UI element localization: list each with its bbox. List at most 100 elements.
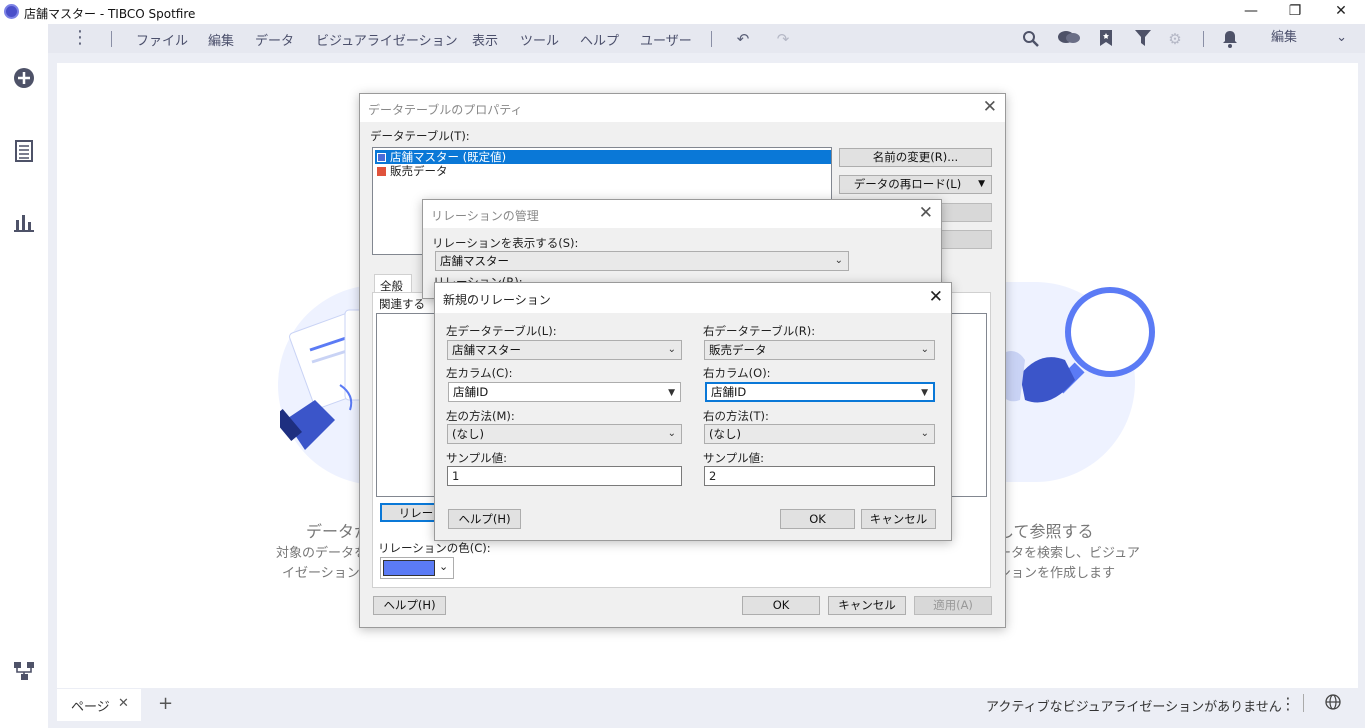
chevron-down-icon: ⌄ <box>439 560 449 573</box>
data-flow-icon[interactable] <box>12 660 36 684</box>
menu-edit[interactable]: 編集 <box>208 30 234 49</box>
chevron-down-icon: ⌄ <box>1336 30 1347 45</box>
chevron-down-icon: ⌄ <box>667 428 676 439</box>
list-item-label: 販売データ <box>390 164 448 178</box>
undo-icon[interactable]: ↶ <box>733 30 753 48</box>
status-text: アクティブなビジュアライゼーションがありません <box>986 700 1282 715</box>
related-tables-label: 関連する <box>379 297 425 311</box>
collaboration-icon[interactable] <box>1057 30 1081 50</box>
chevron-down-icon: ⌄ <box>834 255 843 266</box>
right-table-value: 販売データ <box>709 343 767 357</box>
menu-data[interactable]: データ <box>255 30 294 49</box>
mode-select[interactable]: 編集 ⌄ <box>1259 28 1357 50</box>
cancel-button[interactable]: キャンセル <box>861 509 936 529</box>
left-method-select[interactable]: (なし) ⌄ <box>447 424 682 444</box>
close-icon[interactable]: ✕ <box>919 203 933 223</box>
left-method-value: (なし) <box>452 427 484 441</box>
left-table-select[interactable]: 店舗マスター ⌄ <box>447 340 682 360</box>
right-method-value: (なし) <box>709 427 741 441</box>
tab-general[interactable]: 全般 <box>374 274 412 294</box>
separator <box>1303 694 1304 712</box>
minimize-button[interactable]: — <box>1228 0 1274 24</box>
left-sample-label: サンプル値: <box>446 451 508 465</box>
cancel-button[interactable]: キャンセル <box>828 596 906 615</box>
show-relations-label: リレーションを表示する(S): <box>432 236 579 250</box>
close-icon[interactable]: ✕ <box>929 287 943 307</box>
left-table-value: 店舗マスター <box>452 343 521 357</box>
menu-visualization[interactable]: ビジュアライゼーション <box>316 30 458 49</box>
right-table-label: 右データテーブル(R): <box>703 324 816 338</box>
right-column-label: 右カラム(O): <box>703 366 771 380</box>
show-relations-value: 店舗マスター <box>440 254 509 268</box>
close-page-icon[interactable]: ✕ <box>118 696 129 711</box>
redo-icon[interactable]: ↷ <box>773 30 793 48</box>
dropdown-arrow-icon: ▼ <box>978 179 985 189</box>
left-column-label: 左カラム(C): <box>446 366 513 380</box>
maximize-button[interactable]: ❐ <box>1272 0 1318 24</box>
right-sample-field[interactable]: 2 <box>704 466 935 486</box>
dialog-title: データテーブルのプロパティ <box>368 103 523 117</box>
apply-button[interactable]: 適用(A) <box>914 596 992 615</box>
spotfire-logo-icon <box>4 4 19 19</box>
dropdown-arrow-icon: ▼ <box>921 388 928 398</box>
reload-data-label: データの再ロード(L) <box>853 177 962 191</box>
add-icon[interactable] <box>12 67 36 91</box>
left-method-label: 左の方法(M): <box>446 409 515 423</box>
right-column-select[interactable]: 店舗ID ▼ <box>705 382 935 402</box>
visualization-chart-icon[interactable] <box>12 212 36 236</box>
list-item-selected[interactable]: 店舗マスター (既定値) <box>375 150 831 164</box>
menu-separator <box>711 31 712 47</box>
show-relations-select[interactable]: 店舗マスター ⌄ <box>435 251 849 271</box>
bookmark-icon[interactable] <box>1096 30 1116 50</box>
globe-icon[interactable] <box>1325 694 1341 713</box>
menu-help[interactable]: ヘルプ <box>580 30 619 49</box>
data-table-icon[interactable] <box>12 140 36 164</box>
close-window-button[interactable]: ✕ <box>1318 0 1364 24</box>
add-page-icon[interactable]: + <box>158 693 173 714</box>
add-data-desc-line1: 対象のデータを <box>276 546 368 561</box>
browse-desc-line2: ションを作成します <box>998 566 1116 581</box>
menu-tools[interactable]: ツール <box>520 30 559 49</box>
menu-view[interactable]: 表示 <box>472 30 498 49</box>
more-vertical-icon[interactable]: ⋮ <box>1280 694 1296 713</box>
settings-gear-icon[interactable]: ⚙ <box>1165 30 1185 48</box>
data-table-label: データテーブル(T): <box>370 129 470 143</box>
list-item[interactable]: 販売データ <box>375 164 831 178</box>
right-column-value: 店舗ID <box>711 385 747 399</box>
help-button[interactable]: ヘルプ(H) <box>373 596 446 615</box>
filter-icon[interactable] <box>1133 30 1153 50</box>
menu-file[interactable]: ファイル <box>136 30 188 49</box>
menu-separator <box>111 31 112 47</box>
right-table-select[interactable]: 販売データ ⌄ <box>704 340 935 360</box>
left-column-select[interactable]: 店舗ID ▼ <box>448 382 681 402</box>
dropdown-arrow-icon: ▼ <box>668 388 675 398</box>
more-vertical-icon[interactable]: ⋮ <box>70 27 90 48</box>
add-data-desc-line2: イゼーション <box>282 566 360 581</box>
help-button[interactable]: ヘルプ(H) <box>448 509 521 529</box>
search-icon[interactable] <box>1021 30 1041 52</box>
rename-button[interactable]: 名前の変更(R)... <box>839 148 992 167</box>
dialog-title: リレーションの管理 <box>431 209 539 223</box>
relation-color-picker[interactable]: ⌄ <box>380 557 454 579</box>
notification-bell-icon[interactable] <box>1220 30 1240 52</box>
title-bar <box>0 0 1365 24</box>
right-sample-label: サンプル値: <box>703 451 765 465</box>
chevron-down-icon: ⌄ <box>920 428 929 439</box>
window-title: 店舗マスター - TIBCO Spotfire <box>24 7 196 21</box>
right-method-label: 右の方法(T): <box>703 409 769 423</box>
ok-button[interactable]: OK <box>780 509 855 529</box>
reload-data-button[interactable]: データの再ロード(L) ▼ <box>839 175 992 194</box>
left-sample-field[interactable]: 1 <box>447 466 682 486</box>
left-column-value: 店舗ID <box>453 385 489 399</box>
relation-color-swatch <box>383 560 435 576</box>
mode-select-value: 編集 <box>1271 30 1298 45</box>
menu-separator <box>1203 31 1204 47</box>
browse-illustration <box>1000 287 1155 403</box>
menu-user[interactable]: ユーザー <box>640 30 692 49</box>
dialog-title: 新規のリレーション <box>443 293 551 307</box>
ok-button[interactable]: OK <box>742 596 820 615</box>
browse-desc-line1: ータを検索し、ビジュア <box>998 546 1140 561</box>
close-icon[interactable]: ✕ <box>983 97 997 117</box>
right-method-select[interactable]: (なし) ⌄ <box>704 424 935 444</box>
left-table-label: 左データテーブル(L): <box>446 324 557 338</box>
